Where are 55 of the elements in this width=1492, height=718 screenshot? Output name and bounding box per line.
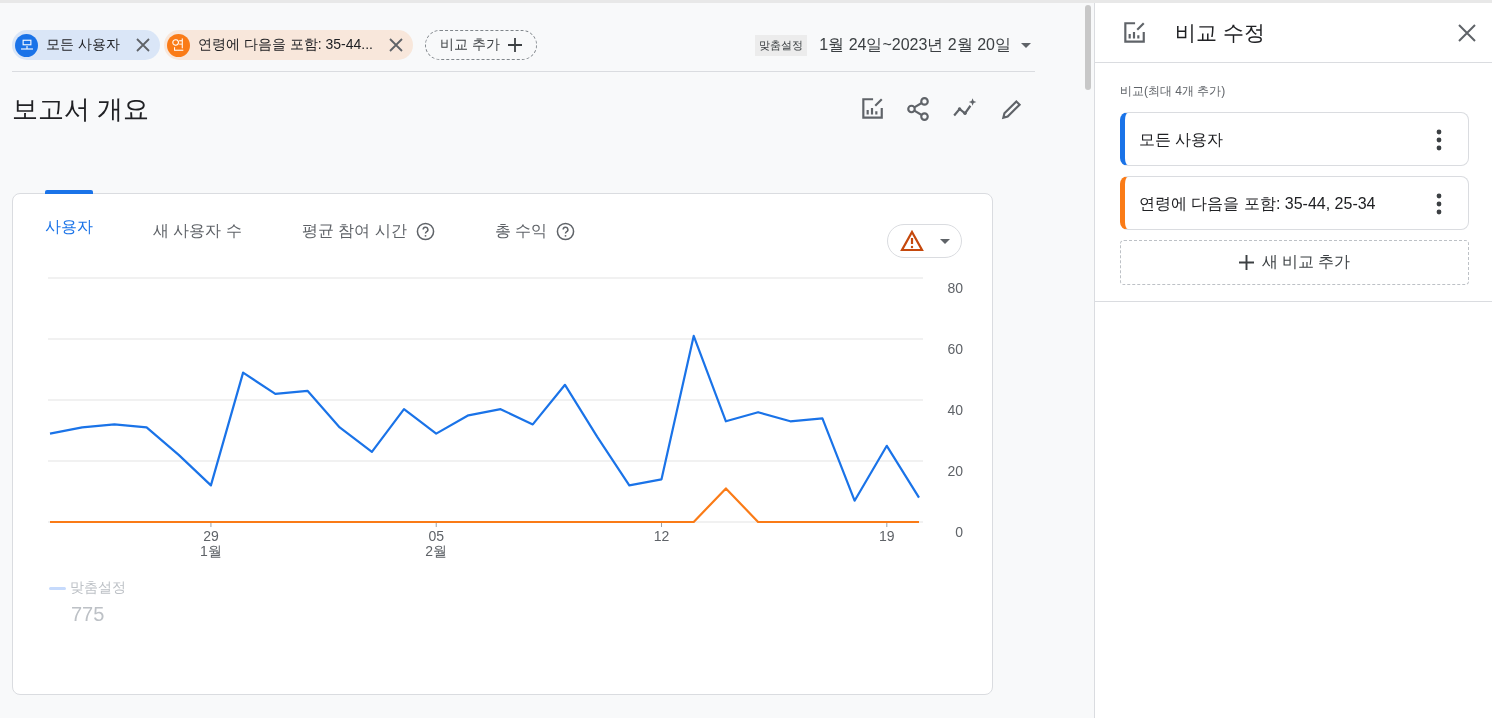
chip-initial: 연 xyxy=(166,33,190,57)
warning-dropdown-button[interactable] xyxy=(887,224,962,258)
y-axis-label: 40 xyxy=(947,402,963,418)
legend-swatch xyxy=(49,586,66,590)
chip-label: 모든 사용자 xyxy=(46,36,120,54)
close-icon[interactable] xyxy=(388,38,403,52)
help-icon[interactable] xyxy=(415,221,435,241)
close-icon[interactable] xyxy=(135,38,150,52)
more-options-icon[interactable] xyxy=(1436,193,1442,215)
comparison-label: 연령에 다음을 포함: 35-44, 25-34 xyxy=(1139,194,1377,214)
warning-icon xyxy=(899,230,924,252)
plus-icon xyxy=(1238,255,1254,270)
plus-icon xyxy=(507,38,522,52)
comparison-chip[interactable]: 연 연령에 다음을 포함: 35-44... xyxy=(163,30,413,60)
x-axis-label: 12 xyxy=(653,528,670,544)
metric-tab[interactable]: 총 수익 xyxy=(494,194,576,244)
chart-edit-icon[interactable] xyxy=(859,96,885,122)
y-axis-label: 60 xyxy=(947,341,963,357)
comparison-item[interactable]: 연령에 다음을 포함: 35-44, 25-34 xyxy=(1120,176,1469,230)
metric-tab[interactable]: 평균 참여 시간 xyxy=(301,194,435,244)
legend-label: 맞춤설정 xyxy=(70,579,126,597)
caret-icon xyxy=(939,238,950,244)
y-axis-label: 0 xyxy=(955,524,963,540)
scrollbar-thumb[interactable] xyxy=(1085,5,1091,90)
tick-mark xyxy=(886,521,888,528)
panel-title: 비교 수정 xyxy=(1175,19,1265,46)
date-preset-label: 맞춤설정 xyxy=(755,34,808,56)
chart-edit-icon xyxy=(1121,19,1147,46)
comparison-label: 모든 사용자 xyxy=(1139,130,1225,150)
metric-tab[interactable]: 새 사용자 수 xyxy=(153,194,242,244)
comparison-chip[interactable]: 모 모든 사용자 xyxy=(12,30,160,60)
comparison-item[interactable]: 모든 사용자 xyxy=(1120,112,1469,166)
caret-icon xyxy=(1021,42,1031,48)
close-icon[interactable] xyxy=(1458,23,1476,42)
help-icon[interactable] xyxy=(556,221,576,241)
x-axis-label: 2월 xyxy=(425,543,448,559)
y-axis-label: 80 xyxy=(947,280,963,296)
tick-mark xyxy=(210,521,212,528)
tick-mark xyxy=(661,521,662,528)
legend-value: 775 xyxy=(71,603,106,626)
date-range-button[interactable]: 1월 24일~2023년 2월 20일 xyxy=(815,34,1035,56)
chip-initial: 모 xyxy=(15,33,38,57)
chip-label: 연령에 다음을 포함: 35-44... xyxy=(197,36,373,54)
metric-tab[interactable]: 사용자 xyxy=(45,190,93,240)
x-axis-label: 29 xyxy=(203,528,219,544)
share-icon[interactable] xyxy=(905,96,931,122)
page-title: 보고서 개요 xyxy=(12,92,150,126)
y-axis-label: 20 xyxy=(947,463,963,479)
x-axis-label: 1월 xyxy=(200,543,222,559)
new-comparison-button[interactable]: 새 비교 추가 xyxy=(1120,240,1469,285)
x-axis-label: 05 xyxy=(428,528,444,544)
x-axis-label: 19 xyxy=(879,528,895,544)
tick-mark xyxy=(435,521,437,528)
more-options-icon[interactable] xyxy=(1436,129,1442,151)
section-label: 비교(최대 4개 추가) xyxy=(1120,83,1227,100)
